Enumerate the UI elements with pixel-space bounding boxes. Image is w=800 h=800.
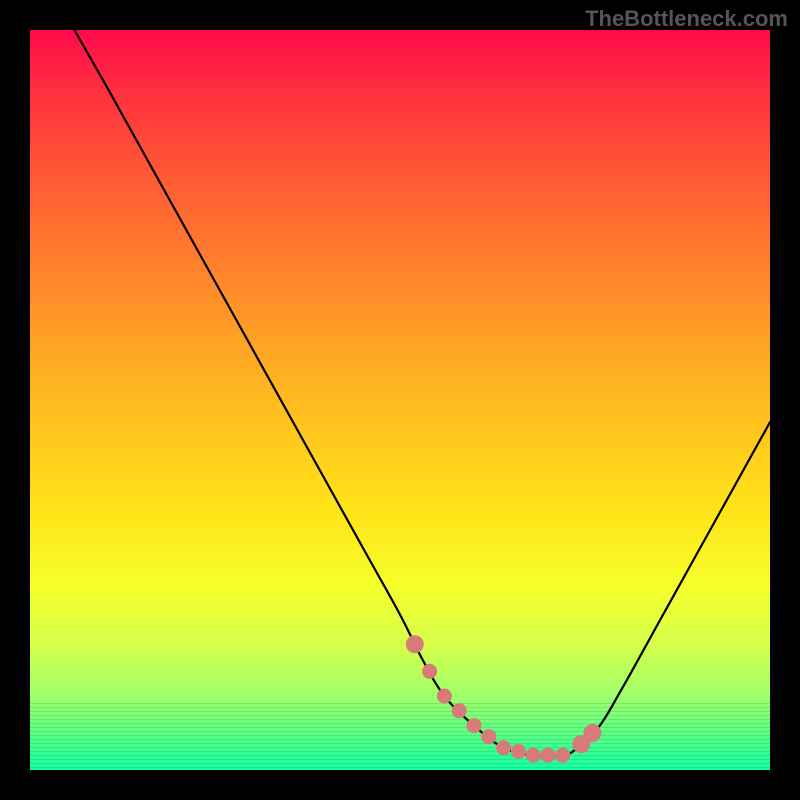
- accent-dot: [481, 729, 496, 744]
- curve-layer: [30, 30, 770, 770]
- plot-area: [30, 30, 770, 770]
- accent-dot: [437, 689, 452, 704]
- accent-dot: [511, 744, 526, 759]
- accent-dot: [452, 703, 467, 718]
- chart-stage: TheBottleneck.com: [0, 0, 800, 800]
- accent-dot: [555, 748, 570, 763]
- accent-dot: [496, 740, 511, 755]
- accent-dot: [583, 724, 601, 742]
- watermark-text: TheBottleneck.com: [585, 6, 788, 32]
- accent-dot: [422, 664, 437, 679]
- accent-dots: [406, 635, 602, 763]
- accent-dot: [526, 748, 541, 763]
- accent-dot: [467, 718, 482, 733]
- accent-dot: [541, 748, 556, 763]
- accent-dot: [406, 635, 424, 653]
